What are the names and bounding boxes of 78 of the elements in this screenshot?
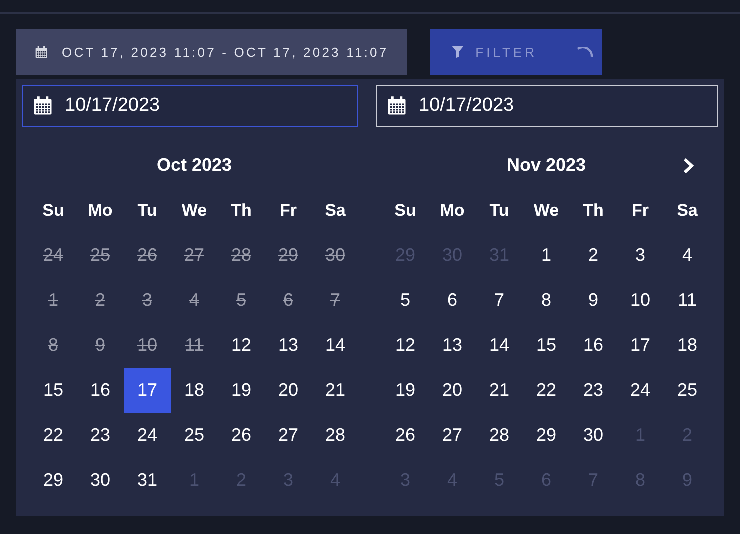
calendar-day[interactable]: 5 [382, 278, 429, 323]
weekday-label: Mo [87, 200, 114, 222]
date-range-button[interactable]: OCT 17, 2023 11:07 - OCT 17, 2023 11:07 [16, 29, 407, 75]
calendar-icon [33, 96, 53, 116]
calendar-day[interactable]: 13 [429, 323, 476, 368]
calendar-day[interactable]: 28 [312, 413, 359, 458]
calendar-day[interactable]: 20 [429, 368, 476, 413]
date-text-input[interactable]: 10/17/2023 [65, 95, 215, 117]
weekday-label: Tu [488, 200, 510, 222]
calendar-day[interactable]: 29 [30, 458, 77, 503]
calendar-day[interactable]: 23 [570, 368, 617, 413]
calendar-day[interactable]: 25 [171, 413, 218, 458]
month-title: Nov 2023 [506, 155, 586, 176]
weekday-label: Sa [676, 200, 699, 222]
calendar-day[interactable]: 8 [523, 278, 570, 323]
weekday-label: Sa [324, 200, 347, 222]
calendar-day[interactable]: 24 [617, 368, 664, 413]
calendar-day[interactable]: 22 [30, 413, 77, 458]
calendar-day[interactable]: 12 [218, 323, 265, 368]
calendar-day[interactable]: 16 [570, 323, 617, 368]
calendar-day[interactable]: 25 [664, 368, 711, 413]
weekday-label: Su [394, 200, 418, 222]
weekday-label: Th [582, 200, 605, 222]
date-input-field[interactable]: 10/17/2023 [376, 85, 718, 127]
calendar-day[interactable]: 1 [523, 233, 570, 278]
calendar-day[interactable]: 13 [265, 323, 312, 368]
spinner-icon [577, 46, 594, 58]
month-title: Oct 2023 [156, 155, 232, 176]
calendar-day[interactable]: 22 [523, 368, 570, 413]
calendar-day[interactable]: 17 [124, 368, 171, 413]
calendar-day[interactable]: 7 [476, 278, 523, 323]
calendar-day[interactable]: 4 [664, 233, 711, 278]
calendar-day[interactable]: 20 [265, 368, 312, 413]
calendar-day[interactable]: 12 [382, 323, 429, 368]
calendar-day[interactable]: 11 [664, 278, 711, 323]
weekday-label: Su [42, 200, 66, 222]
calendar-day[interactable]: 18 [171, 368, 218, 413]
calendar-day[interactable]: 31 [124, 458, 171, 503]
calendar-day[interactable]: 14 [312, 323, 359, 368]
calendar-day[interactable]: 26 [218, 413, 265, 458]
calendar-day[interactable]: 30 [77, 458, 124, 503]
calendar-day[interactable]: 2 [570, 233, 617, 278]
calendar-day[interactable]: 30 [570, 413, 617, 458]
calendar-day[interactable]: 17 [617, 323, 664, 368]
weekday-label: Fr [279, 200, 298, 222]
calendar-day[interactable]: 21 [476, 368, 523, 413]
calendar-day[interactable]: 19 [382, 368, 429, 413]
weekday-label: We [532, 200, 560, 222]
calendar-day[interactable]: 23 [77, 413, 124, 458]
weekday-label: Mo [439, 200, 466, 222]
filter-icon [452, 46, 464, 58]
weekday-label: Tu [136, 200, 158, 222]
calendar-day[interactable]: 3 [617, 233, 664, 278]
calendar-day[interactable]: 19 [218, 368, 265, 413]
weekday-label: We [180, 200, 208, 222]
calendar-day[interactable]: 6 [429, 278, 476, 323]
date-text-input[interactable]: 10/17/2023 [419, 95, 569, 117]
next-month-button[interactable] [683, 158, 695, 174]
calendar-day[interactable]: 24 [124, 413, 171, 458]
calendar-day[interactable]: 28 [476, 413, 523, 458]
chevron-right-icon [683, 158, 695, 174]
calendar-day[interactable]: 27 [265, 413, 312, 458]
calendar-day[interactable]: 15 [523, 323, 570, 368]
calendar-icon [387, 96, 407, 116]
calendar-day[interactable]: 14 [476, 323, 523, 368]
date-input-field[interactable]: 10/17/2023 [22, 85, 358, 127]
weekday-label: Th [230, 200, 253, 222]
calendar-day[interactable]: 18 [664, 323, 711, 368]
calendar-day[interactable]: 15 [30, 368, 77, 413]
calendar-day[interactable]: 27 [429, 413, 476, 458]
calendar-icon [35, 46, 48, 58]
calendar-day[interactable]: 9 [570, 278, 617, 323]
calendar-day[interactable]: 16 [77, 368, 124, 413]
calendar-day[interactable]: 29 [523, 413, 570, 458]
calendar-day[interactable]: 10 [617, 278, 664, 323]
calendar-day[interactable]: 26 [382, 413, 429, 458]
calendar-day[interactable]: 21 [312, 368, 359, 413]
weekday-label: Fr [631, 200, 650, 222]
